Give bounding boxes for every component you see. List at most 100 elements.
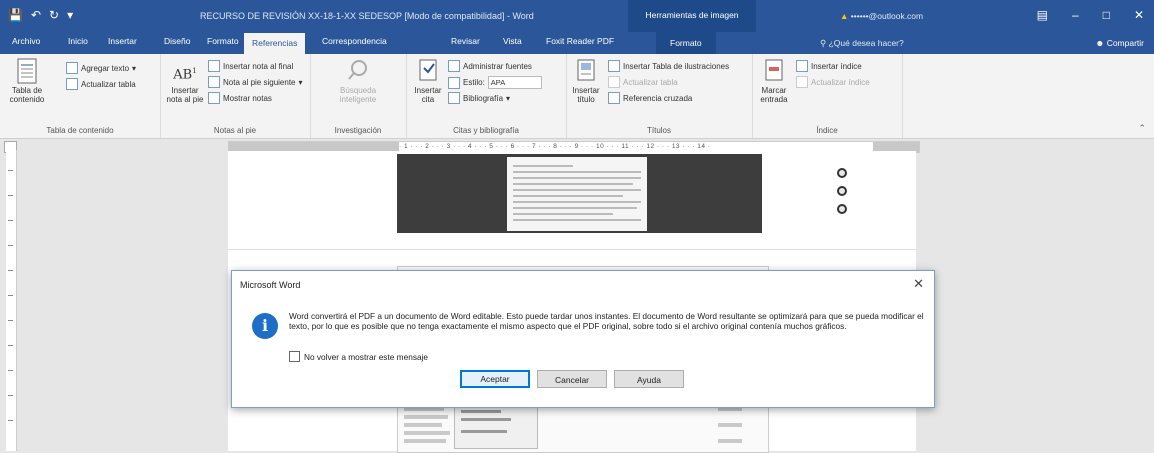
checkbox-box[interactable]: [289, 351, 300, 362]
search-icon: [346, 58, 370, 84]
minimize-icon[interactable]: –: [1072, 8, 1079, 22]
footnote-icon: AB1: [173, 67, 197, 83]
warning-icon: ▲: [840, 11, 849, 21]
style-selector[interactable]: Estilo: APA: [448, 76, 542, 89]
info-icon: i: [252, 313, 278, 339]
tab-referencias[interactable]: Referencias: [244, 33, 306, 54]
document-title: RECURSO DE REVISIÓN XX-18-1-XX SEDESOP […: [200, 11, 534, 21]
dialog-title: Microsoft Word: [240, 280, 301, 290]
tab-revisar[interactable]: Revisar: [451, 36, 480, 46]
vertical-ruler[interactable]: [6, 150, 17, 451]
tab-foxit[interactable]: Foxit Reader PDF: [546, 36, 614, 46]
quick-access-toolbar: 💾 ↶ ↻ ▾: [8, 8, 73, 22]
scanned-page-thumbnail: [507, 157, 647, 231]
cross-reference-button[interactable]: Referencia cruzada: [608, 92, 692, 104]
bibliography-button[interactable]: Bibliografía ▾: [448, 92, 510, 104]
tab-formato[interactable]: Formato: [207, 36, 239, 46]
ribbon-display-icon[interactable]: ▤: [1037, 8, 1048, 22]
chevron-down-icon: ▾: [298, 77, 303, 87]
group-label: Investigación: [334, 126, 382, 135]
chevron-down-icon: ▾: [132, 63, 137, 73]
tab-vista[interactable]: Vista: [503, 36, 522, 46]
document-image[interactable]: [397, 154, 847, 233]
tab-formato-imagen[interactable]: Formato: [656, 32, 716, 54]
group-indice: Marcar entrada Insertar índice Actualiza…: [752, 54, 903, 138]
insert-index-icon: [796, 60, 808, 72]
insert-footnote-button[interactable]: AB1 Insertar nota al pie: [164, 58, 206, 104]
tab-archivo[interactable]: Archivo: [12, 36, 40, 46]
user-account[interactable]: ▲ ••••••@outlook.com: [840, 11, 923, 21]
insert-table-of-figures-button[interactable]: Insertar Tabla de ilustraciones: [608, 60, 729, 72]
help-button[interactable]: Ayuda: [614, 370, 684, 388]
undo-icon[interactable]: ↶: [31, 8, 41, 22]
smart-lookup-button[interactable]: Búsqueda inteligente: [330, 58, 386, 104]
lightbulb-icon: ⚲: [820, 38, 829, 48]
tab-insertar[interactable]: Insertar: [108, 36, 137, 46]
radio-dot-icon: [837, 204, 847, 214]
share-button[interactable]: ☻ Compartir: [1095, 38, 1144, 48]
manage-sources-button[interactable]: Administrar fuentes: [448, 60, 532, 72]
save-icon[interactable]: 💾: [8, 8, 23, 22]
group-titulos: Insertar título Insertar Tabla de ilustr…: [566, 54, 753, 138]
group-label: Citas y bibliografía: [453, 126, 519, 135]
insert-endnote-button[interactable]: Insertar nota al final: [208, 60, 293, 72]
mark-entry-button[interactable]: Marcar entrada: [756, 58, 792, 104]
update-icon: [608, 76, 620, 88]
ok-button[interactable]: Aceptar: [460, 370, 530, 388]
update-index-button[interactable]: Actualizar índice: [796, 76, 870, 88]
show-notes-icon: [208, 92, 220, 104]
insert-index-button[interactable]: Insertar índice: [796, 60, 862, 72]
dialog-message: Word convertirá el PDF a un documento de…: [289, 311, 924, 331]
tab-correspondencia[interactable]: Correspondencia: [322, 36, 387, 46]
person-icon: ☻: [1095, 38, 1107, 48]
ribbon-referencias: Tabla de contenido Agregar texto ▾ Actual…: [0, 54, 1154, 139]
update-table-icon: [66, 78, 78, 90]
style-combo[interactable]: APA: [487, 76, 542, 89]
group-label: Índice: [816, 126, 838, 135]
update-figures-table-button[interactable]: Actualizar tabla: [608, 76, 678, 88]
add-text-icon: [66, 62, 78, 74]
next-footnote-icon: [208, 76, 220, 88]
redo-icon[interactable]: ↻: [49, 8, 59, 22]
contextual-tab-header: Herramientas de imagen: [628, 0, 756, 32]
window-controls: ▤ – □ ✕: [1037, 8, 1144, 22]
show-notes-button[interactable]: Mostrar notas: [208, 92, 272, 104]
close-icon[interactable]: ✕: [913, 276, 924, 292]
caption-icon: [574, 58, 598, 84]
add-text-button[interactable]: Agregar texto ▾: [66, 62, 136, 74]
cross-reference-icon: [608, 92, 620, 104]
collapse-ribbon-icon[interactable]: ⌃: [1138, 123, 1146, 134]
insert-caption-button[interactable]: Insertar título: [568, 58, 604, 104]
citation-icon: [416, 58, 440, 84]
group-label: Notas al pie: [213, 126, 257, 135]
cancel-button[interactable]: Cancelar: [537, 370, 607, 388]
radio-dot-icon: [837, 186, 847, 196]
group-label: Tabla de contenido: [46, 126, 114, 135]
group-investigacion: Búsqueda inteligente Investigación: [310, 54, 407, 138]
customize-qa-icon[interactable]: ▾: [67, 8, 73, 22]
bibliography-icon: [448, 92, 460, 104]
toc-button[interactable]: Tabla de contenido: [4, 58, 50, 104]
dont-show-again-checkbox[interactable]: No volver a mostrar este mensaje: [289, 351, 428, 362]
close-window-icon[interactable]: ✕: [1134, 8, 1144, 22]
tab-inicio[interactable]: Inicio: [68, 36, 88, 46]
page-separator: [228, 249, 916, 250]
insert-citation-button[interactable]: Insertar cita: [410, 58, 446, 104]
endnote-icon: [208, 60, 220, 72]
mark-entry-icon: [762, 58, 786, 84]
search-box[interactable]: ⚲ ¿Qué desea hacer?: [820, 38, 904, 49]
update-index-icon: [796, 76, 808, 88]
tab-diseno[interactable]: Diseño: [164, 36, 190, 46]
ruler-numbers: · 1 · · · 2 · · · 3 · · · 4 · · · 5 · · …: [399, 143, 711, 150]
next-footnote-button[interactable]: Nota al pie siguiente ▾: [208, 76, 303, 88]
manage-sources-icon: [448, 60, 460, 72]
update-table-button[interactable]: Actualizar tabla: [66, 78, 136, 90]
group-citas: Insertar cita Administrar fuentes Estilo…: [406, 54, 567, 138]
toc-icon: [15, 58, 39, 84]
convert-pdf-dialog: Microsoft Word ✕ i Word convertirá el PD…: [231, 270, 935, 408]
group-tabla-contenido: Tabla de contenido Agregar texto ▾ Actual…: [0, 54, 161, 138]
table-of-figures-icon: [608, 60, 620, 72]
maximize-icon[interactable]: □: [1103, 8, 1110, 22]
chevron-down-icon: ▾: [506, 93, 511, 103]
group-label: Títulos: [646, 126, 671, 135]
